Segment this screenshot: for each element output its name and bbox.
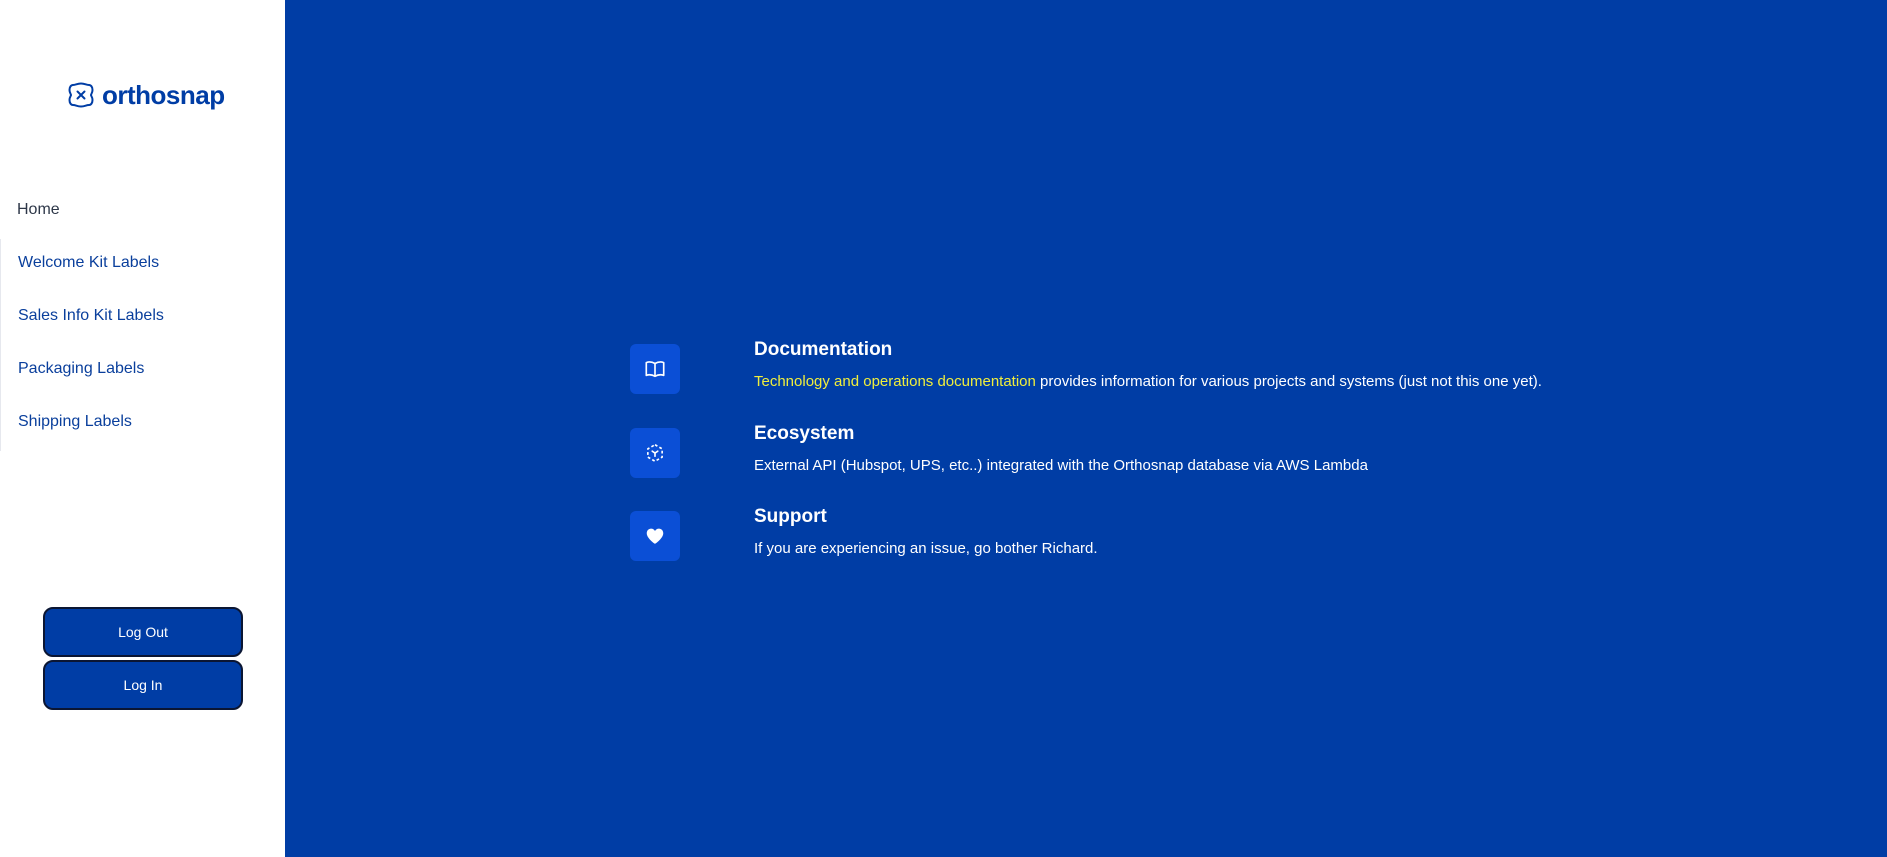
support-text: Support If you are experiencing an issue…	[754, 505, 1654, 559]
close-x-badge-icon	[68, 82, 94, 108]
nav-item-packaging-labels[interactable]: Packaging Labels	[1, 345, 285, 398]
login-button[interactable]: Log In	[43, 660, 243, 710]
feature-description: Technology and operations documentation …	[754, 372, 1654, 392]
feature-support: Support If you are experiencing an issue…	[630, 506, 1098, 561]
nav-item-welcome-kit-labels[interactable]: Welcome Kit Labels	[1, 239, 285, 292]
documentation-icon-box	[630, 344, 680, 394]
main-content: Documentation Technology and operations …	[285, 0, 1887, 857]
logout-button[interactable]: Log Out	[43, 607, 243, 657]
heart-icon	[646, 528, 664, 544]
nav-group-labels: Welcome Kit Labels Sales Info Kit Labels…	[0, 239, 285, 451]
nav-item-sales-info-kit-labels[interactable]: Sales Info Kit Labels	[1, 292, 285, 345]
feature-description: If you are experiencing an issue, go bot…	[754, 540, 1098, 557]
brand-logo[interactable]: orthosnap	[68, 82, 225, 108]
documentation-link[interactable]: Technology and operations documentation	[754, 373, 1036, 390]
nav-item-home[interactable]: Home	[0, 186, 285, 239]
documentation-text: Documentation Technology and operations …	[754, 338, 1654, 392]
ecosystem-icon	[647, 443, 663, 463]
feature-title: Support	[754, 506, 827, 527]
nav-item-shipping-labels[interactable]: Shipping Labels	[1, 398, 285, 451]
book-icon	[645, 361, 665, 378]
feature-documentation: Documentation Technology and operations …	[630, 339, 1542, 394]
feature-title: Documentation	[754, 339, 893, 360]
feature-title: Ecosystem	[754, 423, 855, 444]
sidebar-nav: Home Welcome Kit Labels Sales Info Kit L…	[0, 186, 285, 451]
feature-ecosystem: Ecosystem External API (Hubspot, UPS, et…	[630, 423, 1368, 478]
brand-name: orthosnap	[102, 80, 225, 110]
documentation-description: provides information for various project…	[1035, 373, 1542, 390]
ecosystem-text: Ecosystem External API (Hubspot, UPS, et…	[754, 422, 1654, 476]
sidebar: orthosnap Home Welcome Kit Labels Sales …	[0, 0, 285, 857]
support-icon-box	[630, 511, 680, 561]
ecosystem-icon-box	[630, 428, 680, 478]
feature-description: External API (Hubspot, UPS, etc..) integ…	[754, 457, 1368, 474]
